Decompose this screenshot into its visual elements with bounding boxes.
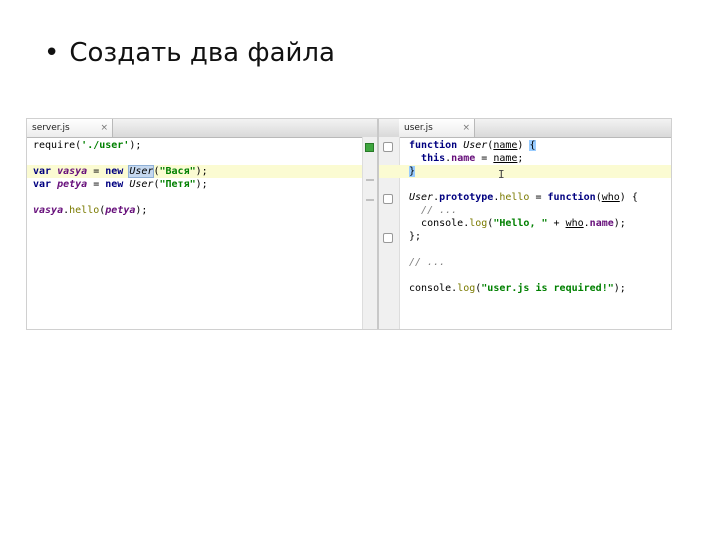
- code-line: function User(name) {: [409, 140, 536, 151]
- tab-server-js[interactable]: server.js ×: [27, 119, 113, 137]
- code-line-highlighted: var vasya = new User("Вася");: [27, 165, 377, 178]
- code-line: };: [409, 231, 422, 242]
- code-line: require('./user');: [33, 140, 142, 151]
- tab-label: server.js: [32, 123, 70, 133]
- tab-user-js[interactable]: user.js ×: [399, 119, 475, 137]
- code-line: this.name = name;: [421, 153, 524, 164]
- editor-pane-server: server.js × require('./user'); var vasya…: [27, 119, 377, 329]
- code-line: var petya = new User("Петя");: [33, 179, 208, 190]
- tab-bar-left: server.js ×: [27, 119, 377, 138]
- marker-tick: [366, 199, 374, 201]
- text-cursor-icon: I: [498, 168, 505, 181]
- code-line: User.prototype.hello = function(who) {: [409, 192, 638, 203]
- code-line-highlighted: }: [379, 165, 671, 178]
- code-line: console.log("Hello, " + who.name);: [421, 218, 626, 229]
- status-ok-icon: [365, 143, 374, 152]
- slide-title: • Создать два файла: [44, 38, 335, 68]
- slide-title-text: Создать два файла: [69, 38, 335, 68]
- selected-word: User: [128, 165, 155, 178]
- close-icon[interactable]: ×: [100, 119, 108, 137]
- tab-label: user.js: [404, 123, 433, 133]
- code-line: vasya.hello(petya);: [33, 205, 148, 216]
- editor-pane-user: user.js × function User(name) { this.nam…: [379, 119, 671, 329]
- code-line: // ...: [409, 257, 446, 268]
- scroll-marker-gutter[interactable]: [362, 137, 377, 329]
- close-icon[interactable]: ×: [462, 119, 470, 137]
- tab-bar-right: user.js ×: [379, 119, 671, 138]
- bullet: •: [44, 38, 60, 68]
- code-line: console.log("user.js is required!");: [409, 283, 626, 294]
- code-line: // ...: [421, 205, 458, 216]
- ide-screenshot: server.js × require('./user'); var vasya…: [26, 118, 672, 330]
- marker-tick: [366, 179, 374, 181]
